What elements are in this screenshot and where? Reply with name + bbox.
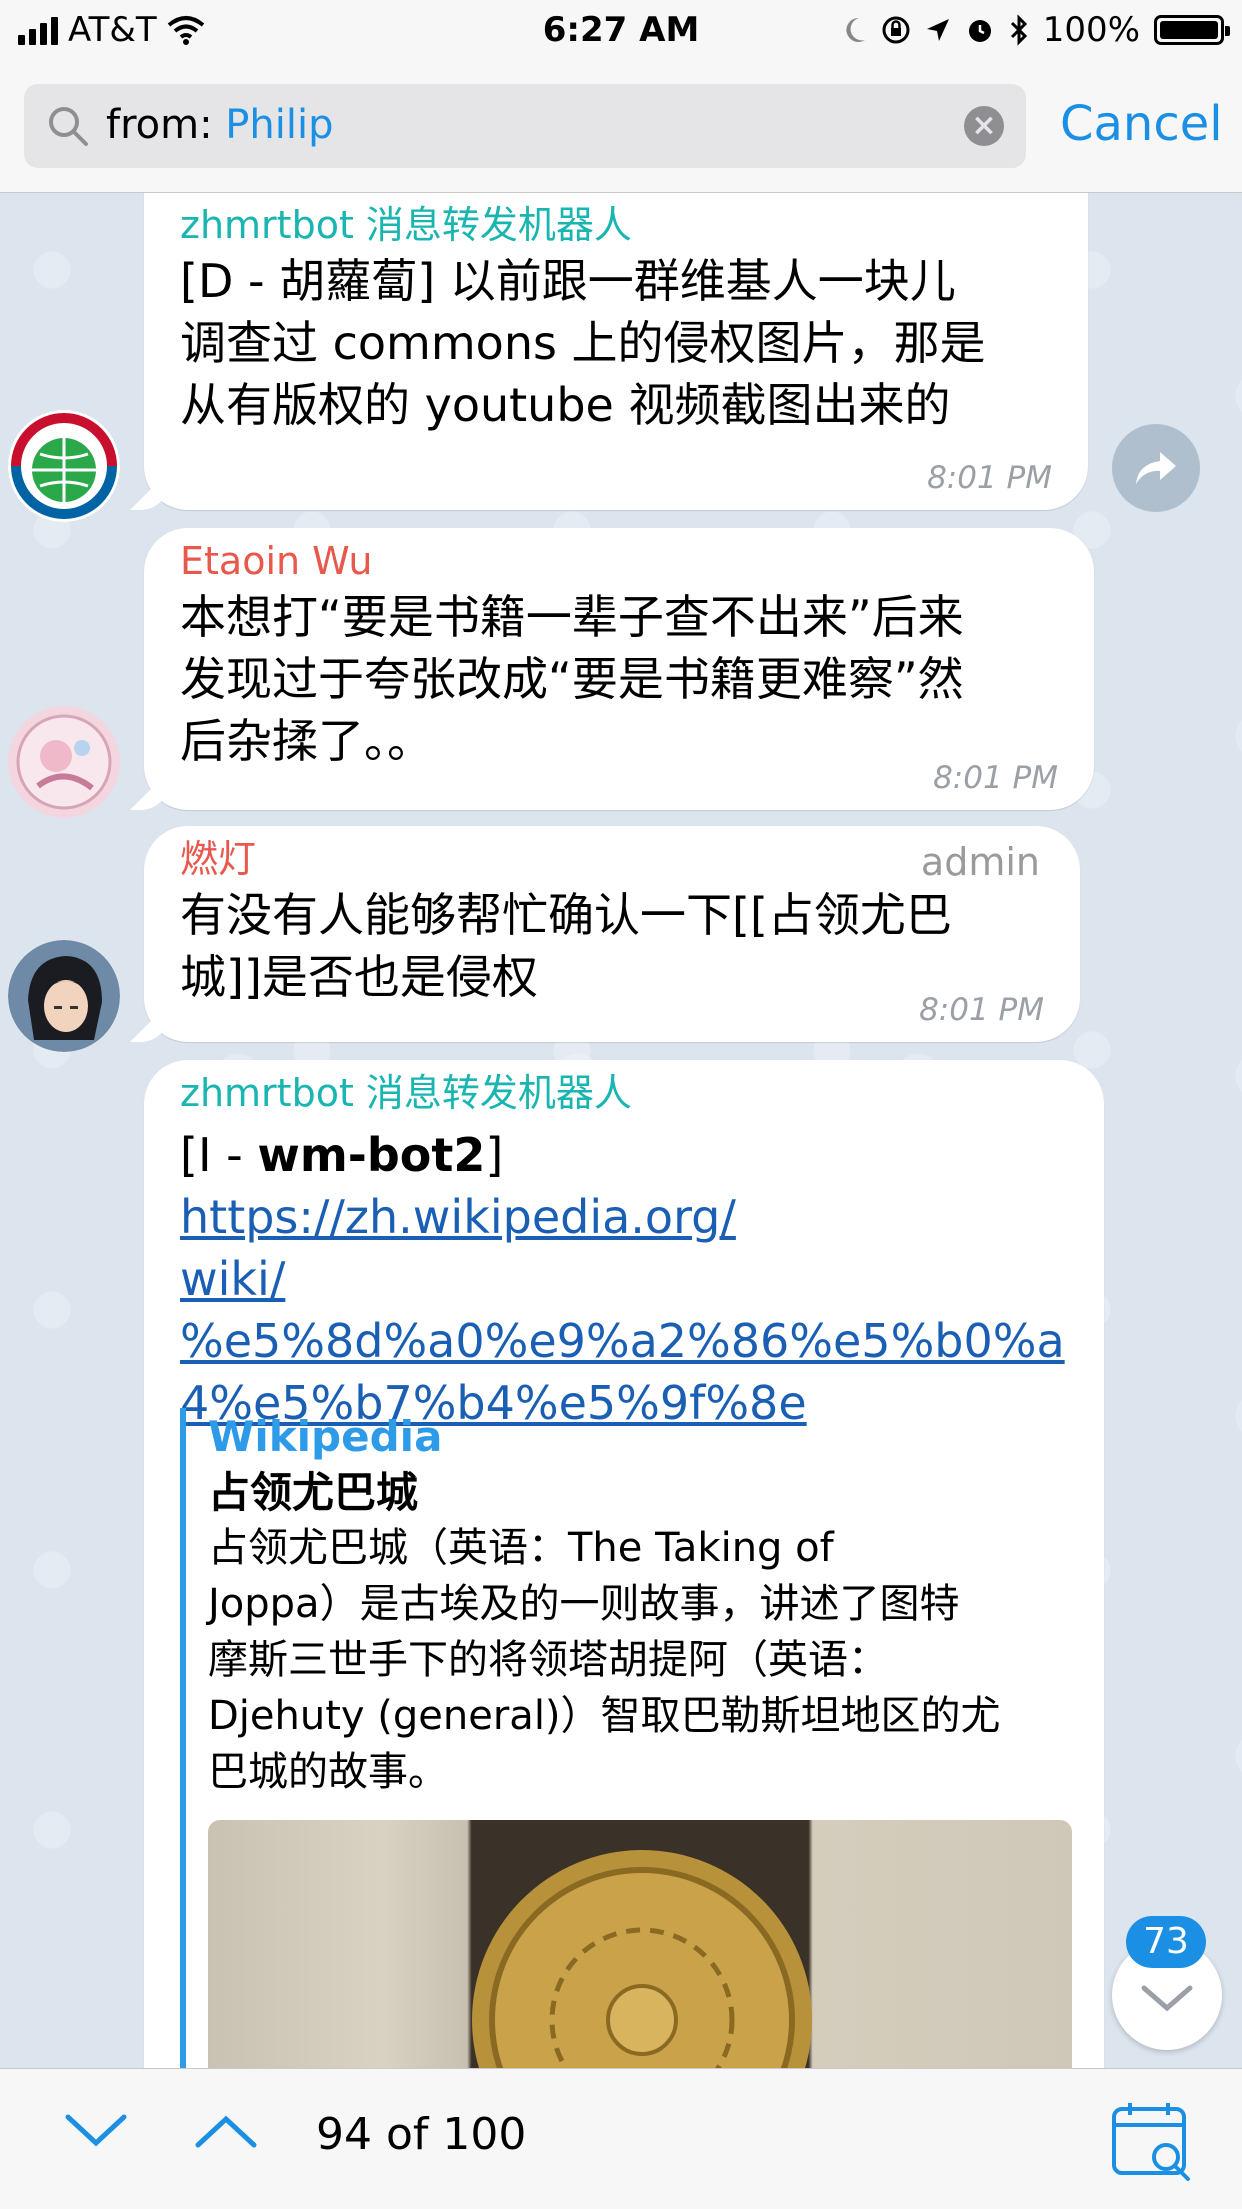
calendar-search-icon[interactable] xyxy=(1110,2099,1194,2183)
search-query: from: Philip xyxy=(106,102,333,148)
wiki-link[interactable]: wiki/ xyxy=(180,1248,1068,1310)
message-sender[interactable]: 燃灯 xyxy=(180,826,1044,884)
message-line: [I - wm-bot2] https://zh.wikipedia.org/ xyxy=(180,1124,1068,1248)
message-bubble[interactable]: zhmrtbot 消息转发机器人 [D - 胡蘿蔔] 以前跟一群维基人一块儿 调… xyxy=(144,192,1088,510)
message-bubble[interactable]: 燃灯 admin 有没有人能够帮忙确认一下[[占领尤巴 城]]是否也是侵权 8:… xyxy=(144,826,1080,1042)
message-time: 8:01 PM xyxy=(927,460,1052,496)
moon-icon xyxy=(846,17,865,42)
share-arrow-icon xyxy=(1136,452,1176,484)
bot-name: wm-bot2 xyxy=(257,1128,486,1182)
cancel-button[interactable]: Cancel xyxy=(1060,96,1223,152)
search-bar: from: Philip × Cancel xyxy=(0,62,1242,193)
message-time: 8:01 PM xyxy=(919,992,1044,1028)
search-results-bar: 94 of 100 xyxy=(0,2068,1242,2209)
avatar-randeng[interactable] xyxy=(8,940,120,1052)
forward-button[interactable] xyxy=(1112,424,1200,512)
bot-suffix: ] xyxy=(485,1128,504,1182)
bot-prefix: [I - xyxy=(180,1128,258,1182)
status-bar: AT&T 6:27 AM 100% xyxy=(0,0,1242,62)
next-result-button[interactable] xyxy=(64,2111,128,2151)
wiki-link[interactable]: %e5%8d%a0%e9%a2%86%e5%b0%a xyxy=(180,1310,1068,1372)
battery-percent: 100% xyxy=(1042,10,1140,50)
preview-line: 摩斯三世手下的将领塔胡提阿（英语： xyxy=(208,1637,888,1683)
message-text: 有没有人能够帮忙确认一下[[占领尤巴 城]]是否也是侵权 xyxy=(180,884,1044,1008)
battery-icon xyxy=(1154,15,1230,45)
message-sender[interactable]: zhmrtbot 消息转发机器人 xyxy=(180,1060,1068,1118)
previous-result-button[interactable] xyxy=(194,2111,258,2151)
message-sender[interactable]: Etaoin Wu xyxy=(180,528,1058,586)
bluetooth-icon xyxy=(1010,14,1027,46)
message-text: [I - wm-bot2] https://zh.wikipedia.org/ … xyxy=(180,1124,1068,1434)
message-line: 本想打“要是书籍一辈子查不出来”后来 xyxy=(180,590,964,644)
clear-icon[interactable]: × xyxy=(964,106,1004,146)
avatar-etaoin-wu[interactable] xyxy=(8,706,120,818)
preview-line: Joppa）是古埃及的一则故事，讲述了图特 xyxy=(208,1581,960,1627)
preview-description: 占领尤巴城（英语：The Taking of Joppa）是古埃及的一则故事，讲… xyxy=(208,1520,1070,1800)
message-line: 从有版权的 youtube 视频截图出来的 xyxy=(180,378,951,432)
search-prefix: from: xyxy=(106,102,226,148)
message-bubble[interactable]: Etaoin Wu 本想打“要是书籍一辈子查不出来”后来 发现过于夸张改成“要是… xyxy=(144,528,1094,810)
search-icon xyxy=(49,107,88,146)
message-line: 后杂揉了。。 xyxy=(180,714,433,768)
admin-badge: admin xyxy=(920,840,1040,884)
link-preview[interactable]: Wikipedia 占领尤巴城 占领尤巴城（英语：The Taking of J… xyxy=(180,1408,1072,2120)
preview-site: Wikipedia xyxy=(208,1412,443,1461)
search-input[interactable]: from: Philip × xyxy=(24,84,1026,168)
message-time: 8:01 PM xyxy=(933,760,1058,796)
message-sender[interactable]: zhmrtbot 消息转发机器人 xyxy=(180,192,1052,250)
preview-line: Djehuty (general)）智取巴勒斯坦地区的尤 xyxy=(208,1693,1001,1739)
location-icon xyxy=(926,19,949,41)
preview-line: 占领尤巴城（英语：The Taking of xyxy=(208,1525,834,1571)
alarm-icon xyxy=(968,20,991,42)
message-line: 城]]是否也是侵权 xyxy=(180,950,538,1004)
wiki-link[interactable]: https://zh.wikipedia.org/ xyxy=(180,1190,736,1244)
message-line: [D - 胡蘿蔔] 以前跟一群维基人一块儿 xyxy=(180,254,956,308)
unread-badge: 73 xyxy=(1126,1916,1206,1968)
preview-line: 巴城的故事。 xyxy=(208,1749,448,1795)
preview-title: 占领尤巴城 xyxy=(208,1468,419,1517)
message-line: 有没有人能够帮忙确认一下[[占领尤巴 xyxy=(180,888,952,942)
orientation-lock-icon xyxy=(882,16,910,44)
search-query-name: Philip xyxy=(225,102,334,148)
message-line: 发现过于夸张改成“要是书籍更难察”然 xyxy=(180,652,964,706)
result-counter: 94 of 100 xyxy=(316,2109,527,2160)
message-text: [D - 胡蘿蔔] 以前跟一群维基人一块儿 调查过 commons 上的侵权图片… xyxy=(180,250,1052,436)
avatar-zhmrtbot[interactable] xyxy=(8,410,120,522)
message-text: 本想打“要是书籍一辈子查不出来”后来 发现过于夸张改成“要是书籍更难察”然 后杂… xyxy=(180,586,1058,772)
message-line: 调查过 commons 上的侵权图片，那是 xyxy=(180,316,986,370)
